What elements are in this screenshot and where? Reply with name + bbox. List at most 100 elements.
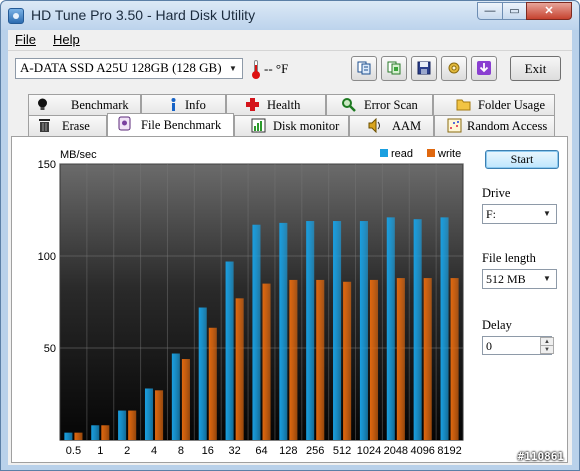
bar-write [262, 283, 271, 440]
drive-label: Drive [482, 186, 511, 200]
y-tick-label: 150 [38, 159, 56, 171]
tab-disk-monitor[interactable]: Disk monitor [234, 115, 349, 136]
x-tick-label: 512 [333, 445, 351, 457]
tab-file-benchmark[interactable]: File Benchmark [107, 113, 234, 136]
chart-icon [251, 118, 266, 133]
bar-write [316, 279, 325, 440]
bar-write [128, 410, 137, 440]
bar-read [306, 221, 315, 440]
legend-label-write: write [437, 148, 461, 160]
menu-help-label: Help [53, 32, 80, 47]
copy-info-icon [357, 61, 371, 75]
tab-health[interactable]: Health [226, 94, 326, 115]
tab-error-scan-label: Error Scan [364, 98, 418, 112]
bar-write [155, 390, 164, 440]
close-button[interactable]: ✕ [526, 2, 572, 20]
delay-spinner[interactable]: 0 ▲ ▼ [482, 336, 554, 355]
tab-error-scan[interactable]: Error Scan [326, 94, 433, 115]
folder-icon [456, 99, 471, 111]
temperature-readout: -- °F [264, 61, 289, 76]
tab-folder-usage-label: Folder Usage [478, 98, 545, 112]
options-button[interactable] [441, 56, 467, 81]
file-length-dropdown[interactable]: 512 MB ▼ [482, 269, 557, 289]
watermark: #110861 [517, 450, 564, 463]
copy-info-button[interactable] [351, 56, 377, 81]
copy-screenshot-icon [387, 61, 401, 75]
bar-read [225, 261, 234, 440]
client-area: File Help A-DATA SSD A25U 128GB (128 GB)… [8, 30, 572, 465]
download-button[interactable] [471, 56, 497, 81]
health-cross-icon [246, 98, 259, 111]
bar-write [343, 281, 352, 440]
tab-erase[interactable]: Erase [28, 115, 107, 136]
menu-file[interactable]: File [15, 32, 36, 47]
bar-read [144, 388, 154, 440]
chevron-down-icon[interactable]: ▼ [540, 206, 554, 222]
bar-write [450, 278, 459, 440]
file-benchmark-icon [118, 116, 131, 131]
x-tick-label: 1024 [357, 445, 381, 457]
tab-folder-usage[interactable]: Folder Usage [433, 94, 555, 115]
x-tick-label: 16 [202, 445, 214, 457]
file-benchmark-panel: 50 100 150 0.5 1 2 4 8 16 32 64 128 256 512 1024 2048 40… [11, 136, 568, 463]
exit-button[interactable]: Exit [510, 56, 561, 81]
menu-file-label: File [15, 32, 36, 47]
menu-bar: File Help [8, 30, 572, 50]
random-access-icon [447, 118, 462, 133]
bar-write [235, 298, 244, 440]
x-tick-label: 128 [279, 445, 297, 457]
bar-read [252, 224, 261, 440]
bar-read [279, 222, 288, 440]
bar-write [181, 359, 190, 440]
x-tick-label: 0.5 [66, 445, 81, 457]
title-bar[interactable]: HD Tune Pro 3.50 - Hard Disk Utility — ▭… [1, 1, 579, 30]
y-axis-label: MB/sec [60, 149, 97, 161]
bar-write [396, 278, 405, 440]
tab-aam[interactable]: AAM [349, 115, 434, 136]
tab-erase-label: Erase [62, 119, 90, 133]
bar-read [118, 410, 127, 440]
magnifier-icon [342, 98, 356, 112]
save-icon [417, 61, 431, 75]
download-icon [477, 61, 491, 75]
bar-read [198, 307, 207, 440]
benchmark-controls: Start Drive F: ▼ File length 512 MB ▼ De… [477, 142, 567, 462]
file-length-label: File length [482, 251, 536, 265]
drive-dropdown[interactable]: F: ▼ [482, 204, 557, 224]
menu-help[interactable]: Help [53, 32, 80, 47]
spin-down-icon[interactable]: ▼ [540, 345, 554, 354]
options-icon [448, 62, 460, 74]
y-tick-label: 100 [38, 251, 56, 263]
x-tick-label: 256 [306, 445, 324, 457]
maximize-button[interactable]: ▭ [502, 2, 527, 20]
x-tick-label: 2 [124, 445, 130, 457]
speaker-icon [368, 118, 380, 133]
bar-read [413, 219, 422, 440]
bar-write [369, 279, 379, 440]
tab-health-label: Health [267, 98, 301, 112]
app-window: HD Tune Pro 3.50 - Hard Disk Utility — ▭… [0, 0, 580, 471]
save-button[interactable] [411, 56, 437, 81]
bar-write [74, 432, 83, 440]
x-tick-label: 64 [255, 445, 267, 457]
chevron-down-icon[interactable]: ▼ [540, 271, 554, 287]
drive-select[interactable]: A-DATA SSD A25U 128GB (128 GB) ▼ [15, 58, 243, 79]
y-tick-label: 50 [44, 343, 56, 355]
minimize-button[interactable]: — [477, 2, 503, 20]
bar-write [423, 278, 432, 440]
copy-screenshot-button[interactable] [381, 56, 407, 81]
info-icon [171, 98, 176, 111]
chevron-down-icon[interactable]: ▼ [226, 60, 240, 77]
bar-read [64, 432, 73, 440]
app-icon[interactable] [8, 8, 24, 24]
bar-read [171, 353, 180, 440]
tab-info[interactable]: Info [141, 94, 226, 115]
lightbulb-icon [38, 98, 47, 110]
start-button[interactable]: Start [485, 150, 559, 169]
tab-benchmark[interactable]: Benchmark [28, 94, 141, 115]
drive-dropdown-value: F: [486, 207, 497, 221]
legend-swatch-read [380, 149, 388, 157]
x-tick-label: 32 [229, 445, 241, 457]
bar-read [440, 217, 449, 440]
tab-random-access[interactable]: Random Access [434, 115, 555, 136]
